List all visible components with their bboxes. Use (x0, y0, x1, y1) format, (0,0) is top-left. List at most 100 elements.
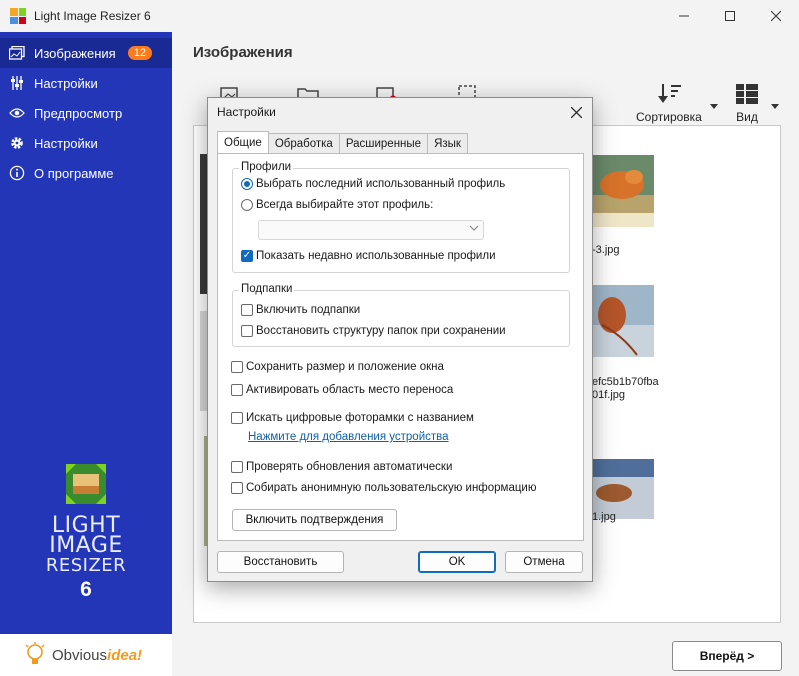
collect-anonymous-info-label: Собирать анонимную пользовательскую инфо… (246, 482, 537, 494)
thumbnail-caption: -3.jpg (592, 244, 620, 256)
tab-processing[interactable]: Обработка (267, 133, 340, 153)
view-dropdown-arrow[interactable] (771, 98, 779, 112)
profiles-group-label: Профили (239, 161, 294, 173)
settings-dialog: Настройки Общие Обработка Расширенные Яз… (207, 97, 593, 582)
sidebar-item-about[interactable]: О программе (0, 158, 172, 188)
chevron-down-icon (710, 104, 718, 109)
logo-text-image: IMAGE (49, 533, 123, 558)
thumbnail-caption: efc5b1b70fba (592, 376, 659, 388)
save-window-position[interactable]: Сохранить размер и положение окна (231, 361, 444, 373)
close-button[interactable] (753, 0, 799, 32)
tab-advanced[interactable]: Расширенные (338, 133, 429, 153)
subfolders-group: Подпапки Включить подпапки Восстановить … (232, 283, 570, 347)
chevron-down-icon (771, 104, 779, 109)
checkbox[interactable] (231, 461, 243, 473)
radio-last-profile-label: Выбрать последний использованный профиль (256, 178, 506, 190)
cancel-button[interactable]: Отмена (505, 551, 583, 573)
gear-icon (9, 135, 25, 151)
radio-button[interactable] (241, 199, 253, 211)
view-tool[interactable]: Вид (735, 82, 759, 124)
app-logo-icon (10, 8, 26, 24)
add-device-link[interactable]: Нажмите для добавления устройства (248, 431, 449, 443)
logo-text-resizer: RESIZER (45, 555, 127, 576)
restore-folder-structure-label: Восстановить структуру папок при сохране… (256, 325, 506, 337)
brand-text-idea: idea! (107, 646, 143, 664)
save-window-position-label: Сохранить размер и положение окна (246, 361, 444, 373)
include-subfolders-label: Включить подпапки (256, 304, 361, 316)
activate-drop-area-label: Активировать область место переноса (246, 384, 454, 396)
minimize-icon (679, 15, 689, 17)
restore-folder-structure[interactable]: Восстановить структуру папок при сохране… (241, 325, 506, 337)
dialog-close-button[interactable] (566, 102, 586, 122)
sidebar: Изображения 12 Настройки Предпросмотр На… (0, 32, 172, 634)
info-icon (9, 165, 25, 181)
thumbnail-image[interactable] (592, 285, 654, 357)
close-icon (570, 106, 582, 118)
subfolders-group-label: Подпапки (239, 283, 295, 295)
checkbox[interactable] (241, 304, 253, 316)
tab-general[interactable]: Общие (217, 131, 269, 153)
page-title: Изображения (193, 44, 293, 61)
general-tab-panel: Профили Выбрать последний использованный… (217, 153, 584, 541)
collect-anonymous-info[interactable]: Собирать анонимную пользовательскую инфо… (231, 482, 536, 494)
auto-check-updates-label: Проверять обновления автоматически (246, 461, 453, 473)
brand-text-obvious: Obvious (52, 646, 108, 664)
close-icon (771, 11, 781, 21)
sort-label: Сортировка (636, 110, 702, 124)
thumbnail-image[interactable] (592, 459, 654, 519)
tab-language[interactable]: Язык (427, 133, 468, 153)
images-icon (9, 45, 25, 61)
sidebar-item-label: Настройки (34, 135, 98, 151)
sort-icon (657, 82, 681, 106)
ok-button[interactable]: OK (418, 551, 496, 573)
thumbnail-caption: 1.jpg (592, 511, 616, 523)
settings-tabs: Общие Обработка Расширенные Язык (217, 131, 468, 153)
chevron-down-icon (469, 223, 479, 234)
next-button[interactable]: Вперёд > (672, 641, 782, 671)
enable-confirmations-button[interactable]: Включить подтверждения (232, 509, 397, 531)
logo-version: 6 (80, 578, 92, 601)
radio-button-selected[interactable] (241, 178, 253, 190)
view-label: Вид (736, 110, 758, 124)
sidebar-item-label: О программе (34, 165, 114, 181)
checkbox-checked[interactable]: ✓ (241, 250, 253, 262)
sidebar-item-label: Настройки (34, 75, 98, 91)
radio-always-profile[interactable]: Всегда выбирайте этот профиль: (241, 199, 433, 211)
maximize-icon (725, 11, 735, 21)
search-photo-frames[interactable]: Искать цифровые фоторамки с названием (231, 412, 474, 424)
sort-dropdown-arrow[interactable] (710, 98, 718, 112)
checkbox[interactable] (241, 325, 253, 337)
sidebar-item-options[interactable]: Настройки (0, 128, 172, 158)
checkbox[interactable] (231, 361, 243, 373)
restore-defaults-button[interactable]: Восстановить (217, 551, 344, 573)
thumbnail-caption: 01f.jpg (592, 389, 626, 401)
radio-last-profile[interactable]: Выбрать последний использованный профиль (241, 178, 505, 190)
profile-select[interactable] (258, 220, 484, 240)
activate-drop-area[interactable]: Активировать область место переноса (231, 384, 453, 396)
sidebar-item-images[interactable]: Изображения 12 (0, 38, 172, 68)
sidebar-item-label: Изображения (34, 45, 116, 61)
checkbox[interactable] (231, 412, 243, 424)
checkbox[interactable] (231, 384, 243, 396)
show-recent-profiles[interactable]: ✓ Показать недавно использованные профил… (241, 250, 496, 262)
product-logo: LIGHT IMAGE RESIZER 6 (0, 462, 172, 602)
auto-check-updates[interactable]: Проверять обновления автоматически (231, 461, 452, 473)
include-subfolders[interactable]: Включить подпапки (241, 304, 360, 316)
window-title: Light Image Resizer 6 (34, 9, 151, 23)
sidebar-item-label: Предпросмотр (34, 105, 123, 121)
minimize-button[interactable] (661, 0, 707, 32)
sliders-icon (9, 75, 25, 91)
sidebar-item-preview[interactable]: Предпросмотр (0, 98, 172, 128)
dialog-title: Настройки (208, 98, 592, 126)
lightbulb-icon (24, 642, 46, 668)
checkbox[interactable] (231, 482, 243, 494)
radio-always-profile-label: Всегда выбирайте этот профиль: (256, 199, 434, 211)
sort-tool[interactable]: Сортировка (636, 82, 702, 124)
view-list-icon (735, 82, 759, 106)
eye-icon (9, 105, 25, 121)
sidebar-item-settings[interactable]: Настройки (0, 68, 172, 98)
maximize-button[interactable] (707, 0, 753, 32)
thumbnail-image[interactable] (592, 155, 654, 227)
show-recent-profiles-label: Показать недавно использованные профили (256, 250, 496, 262)
title-bar: Light Image Resizer 6 (0, 0, 799, 32)
